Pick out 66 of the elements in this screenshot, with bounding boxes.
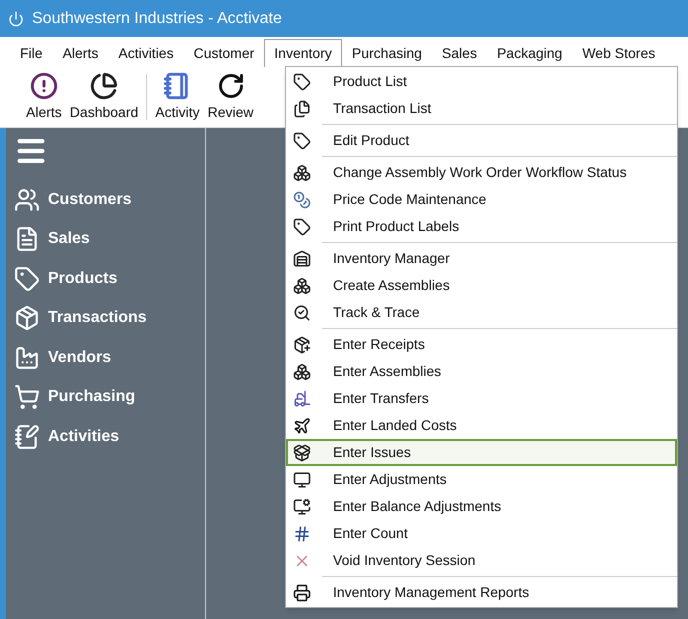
- sidebar-item[interactable]: Customers: [14, 180, 205, 220]
- monitor-icon: [293, 470, 311, 488]
- dropdown-item[interactable]: Inventory Manager: [286, 245, 677, 272]
- pie-chart-icon: [90, 72, 118, 100]
- menu-item[interactable]: Web Stores: [572, 39, 666, 67]
- dropdown-item[interactable]: Enter Receipts: [286, 331, 677, 358]
- boxes-icon: [293, 276, 311, 294]
- factory-icon: [14, 344, 40, 371]
- forklift-icon: [293, 390, 311, 408]
- dropdown-item[interactable]: Edit Product: [286, 127, 677, 154]
- dropdown-item[interactable]: Enter Transfers: [286, 385, 677, 412]
- dropdown-item[interactable]: Enter Adjustments: [286, 466, 677, 493]
- dropdown-item[interactable]: Enter Assemblies: [286, 358, 677, 385]
- boxes-icon: [293, 164, 311, 182]
- dropdown-item[interactable]: Product List: [286, 68, 677, 95]
- coins-icon: [293, 190, 311, 208]
- dropdown-item[interactable]: Enter Balance Adjustments: [286, 493, 677, 520]
- sidebar-item[interactable]: Purchasing: [14, 378, 205, 417]
- menu-item[interactable]: Inventory: [264, 39, 342, 67]
- tag-icon: [14, 266, 40, 292]
- cart-icon: [14, 384, 40, 410]
- menu-item[interactable]: Customer: [184, 39, 264, 67]
- menu-item[interactable]: Activities: [108, 39, 184, 67]
- alert-icon: [30, 72, 58, 100]
- menu-item[interactable]: File: [10, 39, 53, 67]
- toolbar-button[interactable]: Alerts: [22, 72, 66, 122]
- airplane-icon: [293, 416, 311, 434]
- people-icon: [14, 186, 40, 213]
- dropdown-item[interactable]: Enter Issues: [286, 439, 677, 466]
- sidebar-item[interactable]: Transactions: [14, 298, 205, 338]
- window-title: Southwestern Industries - Acctivate: [32, 8, 282, 28]
- dropdown-item[interactable]: Print Product Labels: [286, 213, 677, 240]
- dropdown-item[interactable]: Void Inventory Session: [286, 547, 677, 574]
- menu-item[interactable]: Purchasing: [342, 39, 432, 67]
- documents-icon: [293, 100, 311, 118]
- refresh-icon: [216, 72, 245, 100]
- dropdown-item[interactable]: Inventory Management Reports: [286, 579, 677, 606]
- magnifier-icon: [293, 304, 311, 322]
- hash-icon: [293, 524, 311, 542]
- toolbar-button[interactable]: Dashboard: [66, 72, 142, 122]
- tag-icon: [293, 218, 311, 236]
- sidebar-item[interactable]: Vendors: [14, 338, 205, 378]
- dropdown-item[interactable]: Track & Trace: [286, 299, 677, 326]
- dropdown-item[interactable]: Enter Count: [286, 520, 677, 547]
- dropdown-item[interactable]: Transaction List: [286, 95, 677, 122]
- boxes-icon: [293, 362, 311, 380]
- notebook-icon: [14, 424, 40, 450]
- toolbar-button[interactable]: Activity: [151, 72, 204, 122]
- sidebar-item[interactable]: Products: [14, 259, 205, 298]
- box-icon: [293, 336, 311, 354]
- menu-item[interactable]: Sales: [432, 39, 487, 67]
- monitor-icon: [293, 498, 311, 516]
- sidebar-item[interactable]: Sales: [14, 220, 205, 259]
- box-icon: [293, 444, 311, 462]
- printer-icon: [293, 584, 311, 602]
- toolbar-button[interactable]: Review: [204, 72, 258, 122]
- menu-item[interactable]: Alerts: [52, 39, 108, 67]
- tag-icon: [293, 72, 311, 90]
- menu-item[interactable]: Packaging: [486, 39, 572, 67]
- sidebar-item[interactable]: Activities: [14, 417, 205, 456]
- tag-icon: [293, 132, 311, 150]
- dropdown-item[interactable]: Price Code Maintenance: [286, 186, 677, 213]
- dropdown-item[interactable]: Enter Landed Costs: [286, 412, 677, 439]
- warehouse-icon: [293, 250, 311, 268]
- dropdown-item[interactable]: Create Assemblies: [286, 272, 677, 299]
- dropdown-item[interactable]: Change Assembly Work Order Workflow Status: [286, 159, 677, 186]
